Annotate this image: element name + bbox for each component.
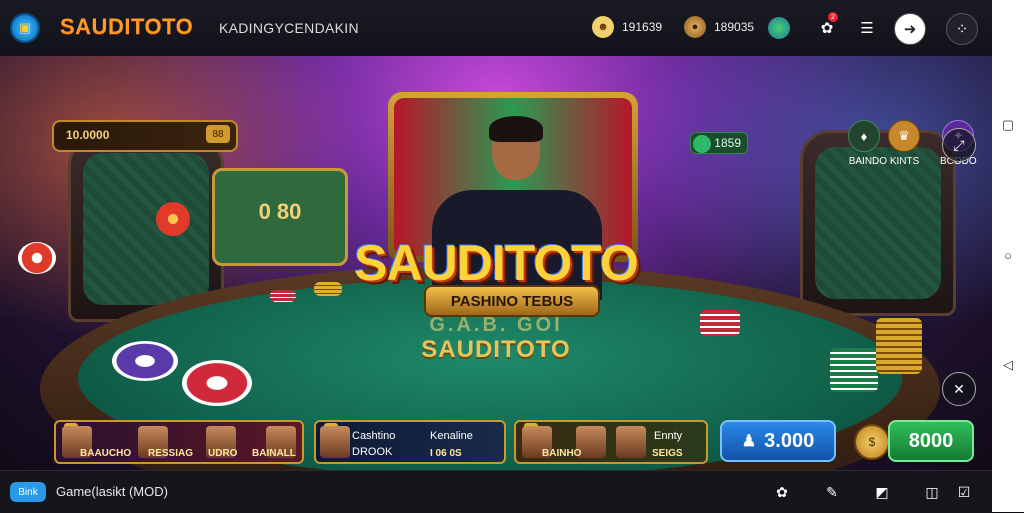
card-1-label-c: UDRO bbox=[208, 448, 238, 459]
green-counter-pill[interactable]: 1859 bbox=[690, 132, 748, 154]
recent-apps-icon[interactable]: ▢ bbox=[1001, 117, 1015, 132]
game-logo: SAUDITOTO bbox=[354, 235, 639, 291]
chip-stack-small-gold bbox=[314, 282, 342, 296]
green-counter-value: 1859 bbox=[714, 136, 741, 150]
green-dot-icon bbox=[693, 135, 711, 153]
card-1-label-a: BAAUCHO bbox=[80, 448, 132, 459]
game-tagline: PASHINO TEBUS bbox=[424, 285, 600, 317]
game-scene: 0 80 10.0000 88 1859 ♦ ♛ BAINDO KINTS ✦ … bbox=[0, 56, 992, 470]
box-icon[interactable]: ◫ bbox=[922, 482, 942, 502]
grid-menu-icon[interactable]: ⁘ bbox=[946, 13, 978, 45]
close-icon[interactable]: ✕ bbox=[942, 372, 976, 406]
stat-value-2: 189035 bbox=[714, 20, 755, 34]
chip-decor bbox=[156, 202, 190, 236]
resize-icon[interactable]: ◩ bbox=[872, 482, 892, 502]
card-3-label-c: SEIGS bbox=[652, 448, 683, 459]
card-1-label-d: BAINALL bbox=[252, 448, 296, 459]
balance-box[interactable]: 10.0000 88 bbox=[52, 120, 238, 152]
green-panel-value: 0 80 bbox=[258, 199, 302, 224]
top-bar: ▣ SAUDITOTO KADINGYCENDAKIN ☻ 191639 ● 1… bbox=[0, 0, 992, 57]
app-subtitle: KADINGYCENDAKIN bbox=[219, 20, 359, 36]
bet-amount-green-button[interactable]: 8000 bbox=[888, 420, 974, 462]
chip-stack-green bbox=[830, 348, 878, 392]
chip-stack-purple bbox=[112, 341, 178, 381]
stat-item-1[interactable]: ☻ 191639 bbox=[592, 16, 662, 38]
chip-stack-gold bbox=[876, 318, 922, 374]
footer-badge[interactable]: Bink bbox=[10, 482, 46, 502]
card-3-label-a: BAINHO bbox=[542, 448, 582, 459]
balance-mini-badge: 88 bbox=[206, 125, 230, 143]
card-1-label-b: RESSIAG bbox=[148, 448, 194, 459]
card-2-label-d: I 06 0S bbox=[430, 448, 462, 459]
chip-decor bbox=[18, 242, 56, 274]
system-nav-bar: ▢ ○ ◁ bbox=[992, 0, 1024, 512]
share-icon[interactable]: ➜ bbox=[894, 13, 926, 45]
game-card-3[interactable]: 8 BAINHO Ennty SEIGS bbox=[514, 420, 708, 464]
mascot-icon: ☻ bbox=[592, 16, 614, 38]
game-card-1[interactable]: 8 BAAUCHO RESSIAG UDRO BAINALL bbox=[54, 420, 304, 464]
notification-badge: 2 bbox=[828, 12, 838, 22]
avatar bbox=[616, 426, 646, 458]
bet-amount-green-value: 8000 bbox=[908, 429, 954, 452]
back-icon[interactable]: ◁ bbox=[1001, 357, 1015, 372]
menu-item-baindo[interactable]: ♦ ♛ BAINDO KINTS bbox=[848, 120, 920, 167]
chip-stack-small bbox=[270, 290, 296, 302]
chat-icon[interactable]: ✿ bbox=[772, 482, 792, 502]
bet-amount-blue-button[interactable]: ♟ 3.000 bbox=[720, 420, 836, 462]
app-logo-icon[interactable]: ▣ bbox=[10, 13, 40, 43]
treasure-icon: ♛ bbox=[888, 120, 920, 152]
menu-item-baindo-label: BAINDO KINTS bbox=[848, 156, 920, 167]
stat-item-2[interactable]: ● 189035 bbox=[684, 16, 754, 38]
stat-value-1: 191639 bbox=[622, 20, 663, 34]
bet-amount-blue-value: 3.000 bbox=[764, 429, 815, 452]
pawn-icon: ♟ bbox=[741, 433, 757, 450]
card-2-label-b: DROOK bbox=[352, 446, 393, 458]
bottom-bar: Bink Game(lasikt (MOD) ✿ ✎ ◩ ◫ ☑ bbox=[0, 470, 992, 513]
menu-list-icon[interactable]: ☰ bbox=[852, 13, 882, 43]
coin-icon: $ bbox=[854, 424, 890, 460]
app-title: SAUDITOTO bbox=[60, 14, 194, 39]
chip-stack-red bbox=[182, 360, 252, 406]
checkbox-icon[interactable]: ☑ bbox=[954, 482, 974, 502]
edit-icon[interactable]: ✎ bbox=[822, 482, 842, 502]
shield-icon: ♦ bbox=[848, 120, 880, 152]
footer-text: Game(lasikt (MOD) bbox=[56, 484, 168, 499]
balance-value: 10.0000 bbox=[66, 128, 110, 142]
dealer-hair bbox=[489, 116, 543, 142]
card-2-label-a: Cashtino bbox=[352, 430, 396, 442]
felt-text-top: G.A.B. GOI bbox=[429, 314, 563, 336]
globe-icon[interactable] bbox=[764, 13, 794, 43]
avatar bbox=[320, 426, 350, 458]
card-2-label-c: Kenaline bbox=[430, 430, 473, 442]
coin-icon: ● bbox=[684, 16, 706, 38]
chip-stack-red-2 bbox=[700, 310, 740, 336]
expand-icon[interactable]: ⤢ bbox=[942, 128, 976, 162]
card-3-label-b: Ennty bbox=[654, 430, 683, 442]
game-card-2[interactable]: 8 Cashtino DROOK Kenaline I 06 0S bbox=[314, 420, 506, 464]
home-icon[interactable]: ○ bbox=[1001, 248, 1015, 263]
